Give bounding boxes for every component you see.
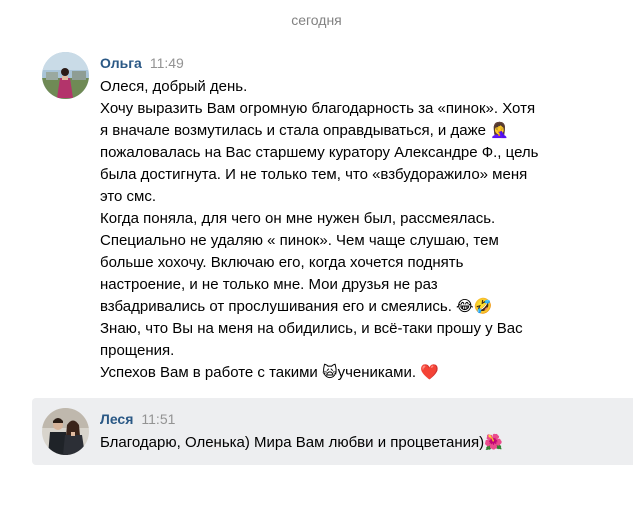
message-time[interactable]: 11:51: [141, 411, 175, 427]
message-text: Олеся, добрый день. Хочу выразить Вам ог…: [100, 76, 628, 384]
message-time[interactable]: 11:49: [150, 55, 184, 71]
message-line: Знаю, что Вы на меня на обидились, и всё…: [100, 320, 523, 337]
message-line: прощения.: [100, 342, 175, 359]
avatar[interactable]: [42, 52, 89, 99]
message-line: Благодарю, Оленька) Мира Вам любви и про…: [100, 434, 503, 451]
message-line: Когда поняла, для чего он мне нужен был,…: [100, 210, 496, 227]
message-item[interactable]: Ольга 11:49 Олеся, добрый день. Хочу выра…: [32, 48, 633, 388]
message-line: это смс.: [100, 188, 157, 205]
message-line: Хочу выразить Вам огромную благодарность…: [100, 100, 536, 117]
message-line: пожаловалась на Вас старшему куратору Ал…: [100, 144, 539, 161]
message-line: взбадривались от прослушивания его и сме…: [100, 298, 493, 315]
author-name[interactable]: Ольга: [100, 55, 142, 71]
author-name[interactable]: Леся: [100, 411, 133, 427]
message-item-highlighted[interactable]: Леся 11:51 Благодарю, Оленька) Мира Вам л…: [32, 398, 633, 465]
date-divider: сегодня: [291, 12, 342, 28]
chat-history: сегодня Ольга 11:49 Олеся, добрый день. Х…: [0, 0, 633, 514]
message-header: Ольга 11:49: [100, 54, 184, 72]
message-line: была достигнута. И не только тем, что «в…: [100, 166, 528, 183]
message-text: Благодарю, Оленька) Мира Вам любви и про…: [100, 432, 628, 454]
message-line: Успехов Вам в работе с такими 🙀учениками…: [100, 364, 439, 381]
message-line: Специально не удаляю « пинок». Чем чаще …: [100, 232, 499, 249]
message-line: настроение, и не только мне. Мои друзья …: [100, 276, 438, 293]
message-line: я вначале возмутилась и стала оправдыват…: [100, 122, 509, 139]
message-line: Олеся, добрый день.: [100, 78, 248, 95]
message-line: больше хохочу. Включаю его, когда хочетс…: [100, 254, 464, 271]
avatar[interactable]: [42, 408, 89, 455]
message-header: Леся 11:51: [100, 410, 175, 428]
